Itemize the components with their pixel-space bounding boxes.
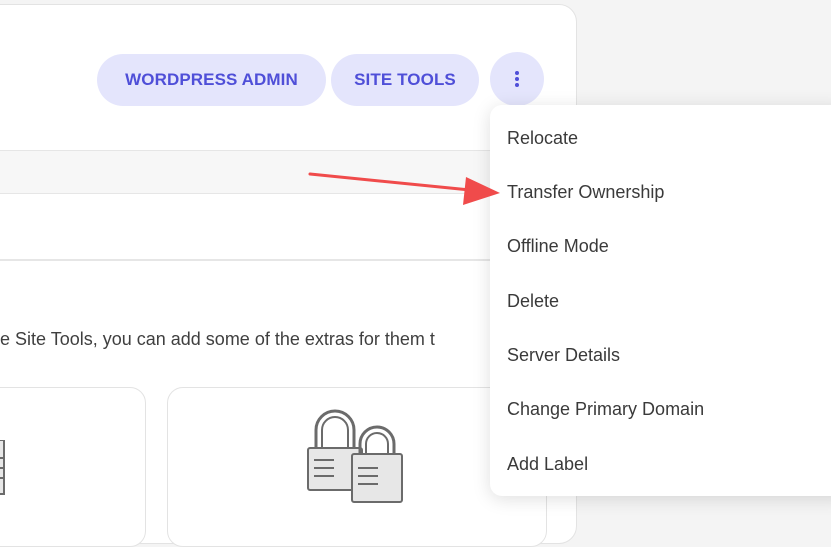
extra-card[interactable] [0, 387, 146, 547]
extras-description: e Site Tools, you can add some of the ex… [0, 329, 435, 349]
partial-illustration-icon [0, 440, 5, 495]
menu-item-relocate[interactable]: Relocate [507, 128, 578, 149]
vertical-ellipsis-icon [515, 71, 519, 87]
menu-item-offline-mode[interactable]: Offline Mode [507, 236, 609, 257]
menu-item-delete[interactable]: Delete [507, 291, 559, 312]
more-options-button[interactable] [490, 52, 544, 106]
menu-item-server-details[interactable]: Server Details [507, 345, 620, 366]
menu-item-transfer-ownership[interactable]: Transfer Ownership [507, 182, 664, 203]
padlocks-icon [307, 409, 403, 503]
wordpress-admin-button[interactable]: WORDPRESS ADMIN [97, 54, 326, 106]
site-tools-button[interactable]: SITE TOOLS [331, 54, 479, 106]
menu-item-change-primary-domain[interactable]: Change Primary Domain [507, 399, 704, 420]
more-options-menu: Relocate Transfer Ownership Offline Mode… [490, 105, 831, 496]
menu-item-add-label[interactable]: Add Label [507, 454, 588, 475]
